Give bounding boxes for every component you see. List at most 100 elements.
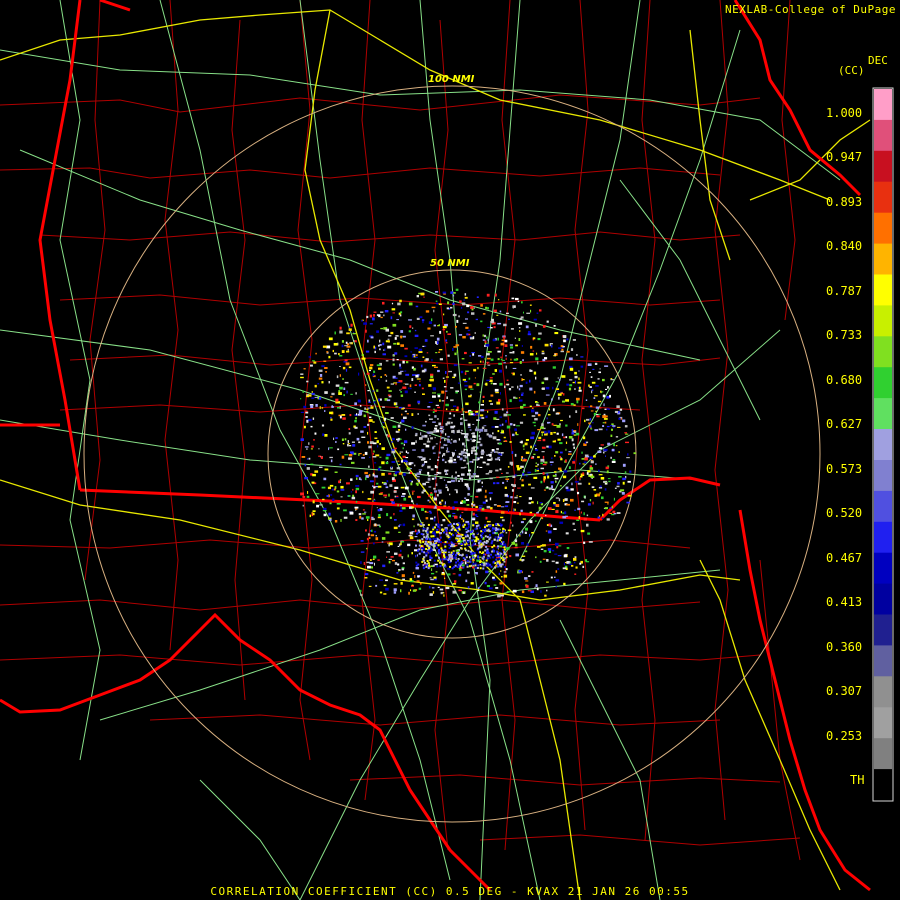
echo-pixel	[515, 553, 519, 557]
echo-pixel	[412, 449, 416, 451]
echo-pixel	[571, 432, 575, 435]
echo-pixel	[477, 429, 480, 431]
echo-pixel	[588, 541, 593, 543]
echo-pixel	[472, 459, 477, 461]
echo-pixel	[397, 563, 400, 566]
echo-pixel	[530, 487, 535, 489]
echo-pixel	[486, 550, 489, 553]
echo-pixel	[304, 464, 307, 467]
echo-pixel	[315, 352, 317, 355]
echo-pixel	[421, 550, 424, 553]
echo-pixel	[426, 533, 429, 536]
echo-pixel	[541, 446, 546, 449]
echo-pixel	[379, 339, 381, 343]
echo-pixel	[474, 514, 478, 516]
echo-pixel	[583, 517, 587, 521]
echo-pixel	[477, 538, 480, 541]
echo-pixel	[502, 336, 506, 339]
echo-pixel	[409, 531, 414, 535]
echo-pixel	[492, 436, 497, 440]
echo-pixel	[526, 475, 528, 477]
echo-pixel	[478, 417, 482, 419]
echo-pixel	[543, 489, 546, 491]
echo-pixel	[451, 421, 453, 424]
echo-pixel	[528, 483, 531, 486]
echo-pixel	[482, 551, 485, 554]
echo-pixel	[618, 451, 620, 453]
echo-pixel	[475, 539, 478, 542]
echo-pixel	[498, 442, 502, 445]
echo-pixel	[385, 485, 387, 487]
echo-pixel	[465, 326, 469, 329]
echo-pixel	[521, 345, 523, 347]
echo-pixel	[529, 304, 532, 306]
echo-pixel	[342, 443, 345, 445]
echo-pixel	[402, 578, 405, 580]
echo-pixel	[471, 552, 474, 555]
echo-pixel	[462, 442, 465, 446]
echo-pixel	[588, 422, 591, 425]
echo-pixel	[447, 524, 450, 527]
echo-pixel	[498, 369, 502, 373]
echo-pixel	[481, 485, 483, 488]
echo-pixel	[445, 530, 448, 533]
echo-pixel	[602, 422, 605, 424]
echo-pixel	[497, 565, 500, 568]
echo-pixel	[360, 551, 365, 553]
echo-pixel	[627, 494, 632, 497]
echo-pixel	[423, 296, 425, 298]
echo-pixel	[494, 410, 498, 414]
echo-pixel	[376, 330, 379, 333]
echo-pixel	[376, 507, 378, 509]
echo-pixel	[300, 398, 302, 400]
echo-pixel	[490, 403, 493, 405]
echo-pixel	[384, 374, 387, 376]
echo-pixel	[314, 384, 317, 388]
echo-pixel	[366, 561, 370, 564]
echo-pixel	[422, 393, 425, 395]
echo-pixel	[541, 350, 545, 352]
echo-pixel	[590, 410, 594, 412]
echo-pixel	[570, 403, 574, 406]
echo-pixel	[436, 302, 439, 305]
echo-pixel	[577, 507, 581, 511]
echo-pixel	[468, 377, 471, 380]
echo-pixel	[422, 356, 425, 358]
echo-pixel	[595, 410, 597, 412]
echo-pixel	[375, 537, 379, 541]
echo-pixel	[474, 452, 478, 456]
echo-pixel	[542, 358, 546, 362]
echo-pixel	[498, 299, 500, 301]
echo-pixel	[438, 422, 442, 426]
echo-pixel	[432, 452, 436, 454]
echo-pixel	[471, 502, 473, 505]
echo-pixel	[476, 296, 479, 298]
echo-pixel	[308, 418, 312, 422]
echo-pixel	[400, 388, 402, 390]
echo-pixel	[433, 559, 436, 562]
echo-pixel	[538, 436, 542, 440]
echo-pixel	[492, 532, 495, 535]
echo-pixel	[439, 358, 443, 361]
echo-pixel	[532, 337, 536, 340]
echo-pixel	[478, 544, 481, 547]
echo-pixel	[427, 499, 430, 502]
echo-pixel	[465, 520, 470, 524]
echo-pixel	[400, 504, 402, 507]
product-label: CORRELATION COEFFICIENT (CC) 0.5 DEG - K…	[210, 885, 690, 898]
echo-pixel	[464, 372, 467, 375]
echo-pixel	[440, 446, 444, 449]
echo-pixel	[419, 582, 422, 585]
echo-pixel	[411, 584, 414, 586]
echo-pixel	[589, 467, 594, 470]
echo-pixel	[428, 475, 431, 477]
echo-pixel	[558, 545, 562, 547]
echo-pixel	[399, 389, 401, 391]
echo-pixel	[420, 545, 423, 548]
echo-pixel	[554, 576, 556, 578]
echo-pixel	[373, 530, 377, 533]
echo-pixel	[417, 413, 419, 415]
echo-pixel	[488, 400, 492, 402]
echo-pixel	[464, 497, 467, 499]
echo-pixel	[470, 564, 473, 567]
